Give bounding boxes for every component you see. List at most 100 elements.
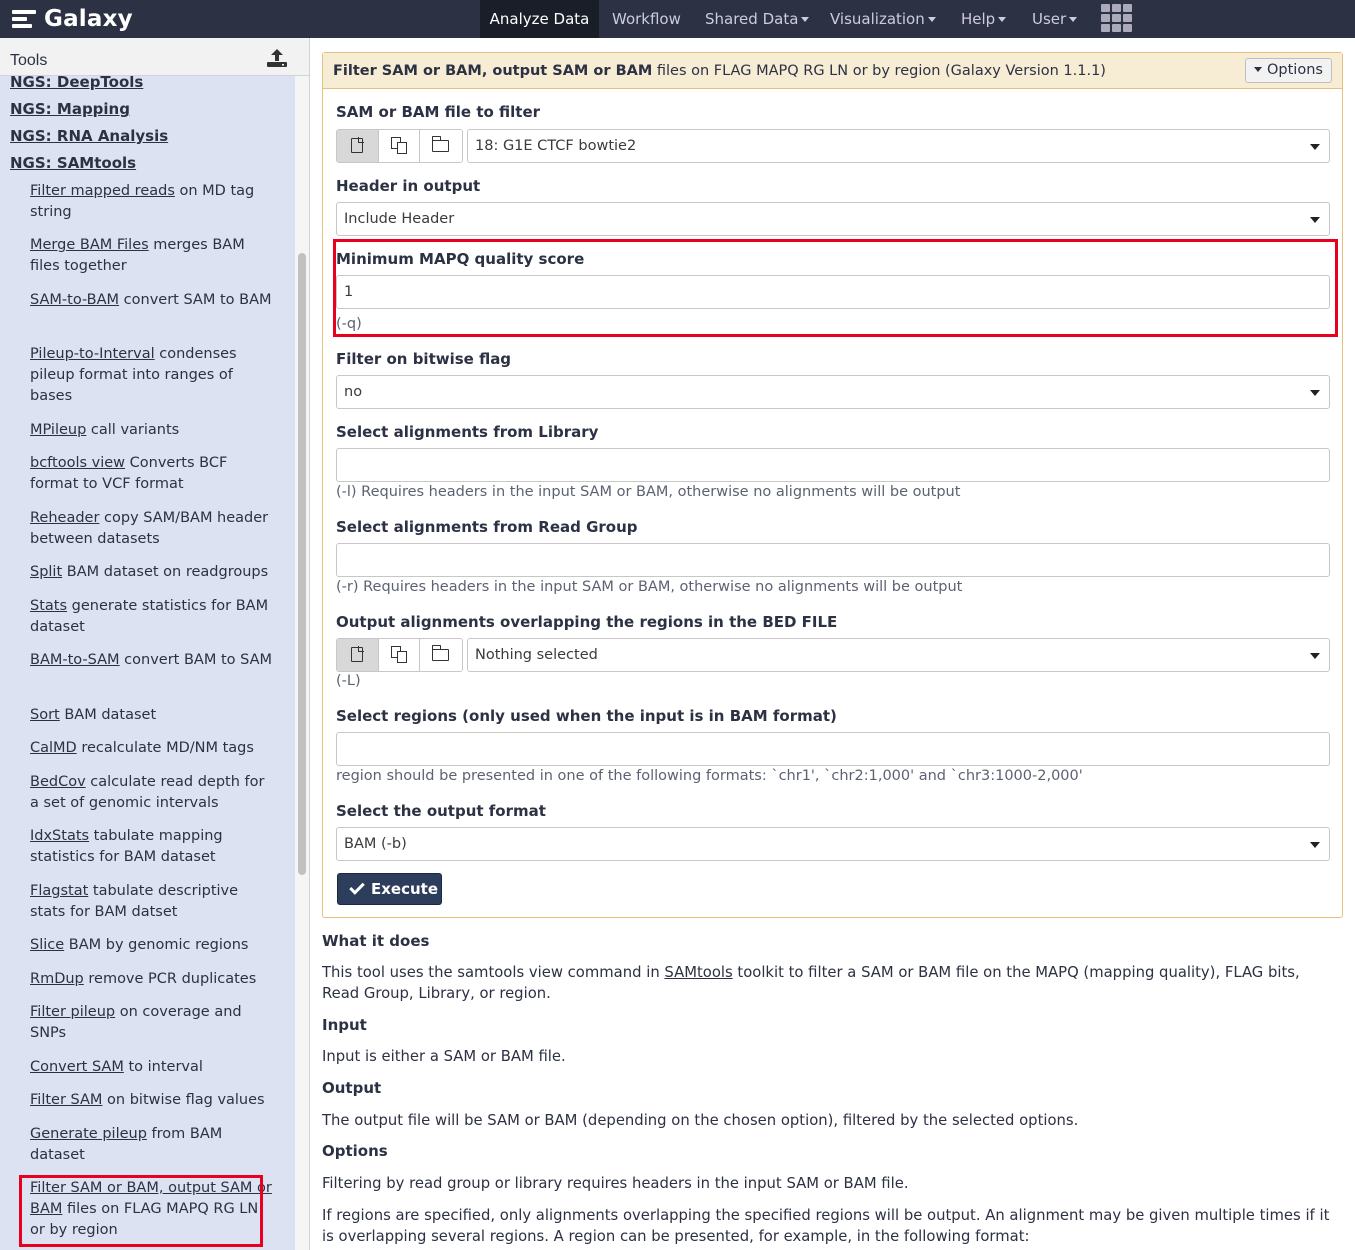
output-text: The output file will be SAM or BAM (depe… — [322, 1112, 1079, 1129]
tool-item[interactable]: bcftools view Converts BCF format to VCF… — [30, 453, 275, 495]
bed-label: Output alignments overlapping the region… — [336, 613, 838, 631]
tool-link[interactable]: Reheader — [30, 510, 99, 526]
flag-select[interactable]: no — [336, 375, 1330, 409]
tool-link[interactable]: Flagstat — [30, 883, 88, 899]
section-ngs-deeptools[interactable]: NGS: DeepTools — [10, 76, 143, 91]
tool-link[interactable]: Filter SAM — [30, 1092, 102, 1108]
tool-item[interactable]: Pileup-to-Interval condenses pileup form… — [30, 344, 275, 407]
tool-desc: convert SAM to BAM — [119, 292, 272, 308]
nav-label: Analyze Data — [489, 10, 590, 28]
library-label: Select alignments from Library — [336, 423, 599, 441]
collection-button[interactable] — [420, 130, 462, 162]
tool-link[interactable]: Merge BAM Files — [30, 237, 149, 253]
tool-item[interactable]: Filter pileup on coverage and SNPs — [30, 1002, 275, 1044]
tool-desc: BAM by genomic regions — [64, 937, 249, 953]
tool-item[interactable]: Convert SAM to interval — [30, 1057, 275, 1078]
multiple-datasets-button[interactable] — [378, 130, 421, 162]
flag-label: Filter on bitwise flag — [336, 350, 512, 368]
collection-button[interactable] — [420, 639, 462, 671]
tool-item[interactable]: Filter SAM on bitwise flag values — [30, 1090, 275, 1111]
select-value: Include Header — [344, 211, 455, 227]
nav-label: Visualization — [830, 10, 925, 28]
tool-item[interactable]: RmDup remove PCR duplicates — [30, 969, 275, 990]
execute-button[interactable]: Execute — [337, 873, 442, 905]
tool-item[interactable]: Reheader copy SAM/BAM header between dat… — [30, 508, 275, 550]
nav-user[interactable]: User — [1032, 0, 1078, 38]
tool-link[interactable]: RmDup — [30, 971, 84, 987]
upload-icon[interactable] — [266, 48, 288, 68]
nav-visualization[interactable]: Visualization — [830, 0, 936, 38]
input-heading: Input — [322, 1016, 367, 1034]
tool-item[interactable]: MPileup call variants — [30, 420, 275, 441]
tool-link[interactable]: CalMD — [30, 740, 77, 756]
nav-analyze-data[interactable]: Analyze Data — [480, 0, 599, 38]
apps-grid-icon[interactable] — [1101, 4, 1133, 32]
tool-desc: on bitwise flag values — [102, 1092, 265, 1108]
tool-panel-title: Tools — [10, 52, 48, 69]
galaxy-brand[interactable]: Galaxy — [12, 3, 133, 35]
readgroup-input[interactable] — [336, 543, 1330, 577]
options-button[interactable]: Options — [1245, 58, 1332, 83]
highlight-box — [333, 239, 1338, 337]
single-dataset-button[interactable] — [337, 639, 379, 671]
tool-list: NGS: DeepTools NGS: Mapping NGS: RNA Ana… — [0, 76, 295, 1250]
tool-item[interactable]: SAM-to-BAM convert SAM to BAM — [30, 290, 275, 311]
bed-dataset-select[interactable]: Nothing selected — [467, 638, 1330, 672]
tool-link[interactable]: BAM-to-SAM — [30, 652, 120, 668]
tool-link[interactable]: Pileup-to-Interval — [30, 346, 155, 362]
regions-input[interactable] — [336, 732, 1330, 766]
section-ngs-mapping[interactable]: NGS: Mapping — [10, 100, 130, 118]
tool-item[interactable]: CalMD recalculate MD/NM tags — [30, 738, 275, 759]
tool-item[interactable]: Slice BAM by genomic regions — [30, 935, 275, 956]
tool-item[interactable]: Sort BAM dataset — [30, 705, 275, 726]
tool-link[interactable]: BedCov — [30, 774, 86, 790]
tool-item[interactable]: IdxStats tabulate mapping statistics for… — [30, 826, 275, 868]
tool-link[interactable]: MPileup — [30, 422, 86, 438]
tool-item[interactable]: Flagstat tabulate descriptive stats for … — [30, 881, 275, 923]
input-dataset-select[interactable]: 18: G1E CTCF bowtie2 — [467, 129, 1330, 163]
tool-link[interactable]: Filter mapped reads — [30, 183, 175, 199]
dropdown-arrow-icon — [1310, 144, 1320, 150]
tool-link[interactable]: SAM-to-BAM — [30, 292, 119, 308]
options-text-2: If regions are specified, only alignment… — [322, 1207, 1330, 1245]
tool-item[interactable]: Generate pileup from BAM dataset — [30, 1124, 275, 1166]
tool-link[interactable]: Filter pileup — [30, 1004, 115, 1020]
tool-item[interactable]: Stats generate statistics for BAM datase… — [30, 596, 275, 638]
tool-link[interactable]: Sort — [30, 707, 60, 723]
tool-link[interactable]: Slice — [30, 937, 64, 953]
multiple-datasets-button[interactable] — [378, 639, 421, 671]
tool-panel: Tools NGS: DeepTools NGS: Mapping NGS: R… — [0, 38, 310, 1250]
tool-link[interactable]: Convert SAM — [30, 1059, 124, 1075]
tool-form-title: Filter SAM or BAM, output SAM or BAM fil… — [323, 53, 1342, 89]
tool-link[interactable]: Split — [30, 564, 62, 580]
tool-link[interactable]: IdxStats — [30, 828, 89, 844]
tool-link[interactable]: Stats — [30, 598, 67, 614]
tool-item[interactable]: BedCov calculate read depth for a set of… — [30, 772, 275, 814]
tool-item[interactable]: Split BAM dataset on readgroups — [30, 562, 275, 583]
section-ngs-rna-analysis[interactable]: NGS: RNA Analysis — [10, 127, 168, 145]
tool-item[interactable]: BAM-to-SAM convert BAM to SAM — [30, 650, 275, 671]
header-select[interactable]: Include Header — [336, 202, 1330, 236]
format-label: Select the output format — [336, 802, 546, 820]
nav-workflow[interactable]: Workflow — [612, 0, 681, 38]
nav-help[interactable]: Help — [961, 0, 1007, 38]
tool-item[interactable]: Merge BAM Files merges BAM files togethe… — [30, 235, 275, 277]
nav-shared-data[interactable]: Shared Data — [705, 0, 810, 38]
tool-link[interactable]: Generate pileup — [30, 1126, 147, 1142]
tool-link[interactable]: bcftools view — [30, 455, 125, 471]
folder-icon — [431, 136, 450, 152]
scrollbar-thumb[interactable] — [298, 253, 306, 875]
section-ngs-samtools[interactable]: NGS: SAMtools — [10, 154, 136, 172]
format-select[interactable]: BAM (-b) — [336, 827, 1330, 861]
tool-item[interactable]: Filter mapped reads on MD tag string — [30, 181, 275, 223]
library-input[interactable] — [336, 448, 1330, 482]
galaxy-logo-icon — [12, 6, 38, 32]
tool-panel-header: Tools — [0, 38, 309, 76]
file-icon — [351, 646, 364, 662]
output-heading: Output — [322, 1079, 382, 1097]
nav-label: User — [1032, 10, 1067, 28]
caret-down-icon — [801, 17, 810, 22]
tool-desc: to interval — [123, 1059, 203, 1075]
single-dataset-button[interactable] — [337, 130, 379, 162]
samtools-link[interactable]: SAMtools — [664, 964, 732, 981]
